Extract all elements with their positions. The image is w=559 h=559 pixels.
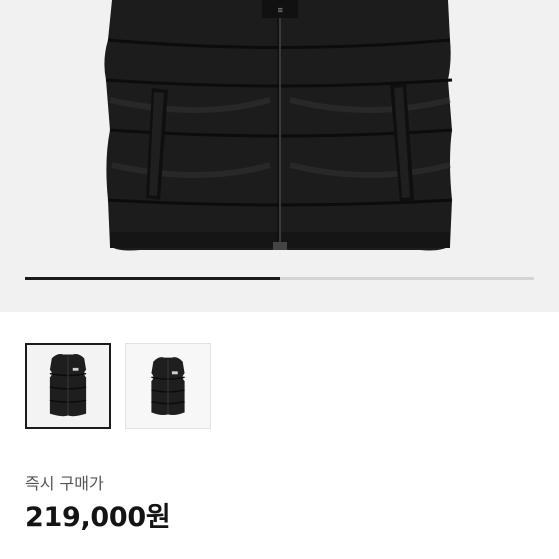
thumbnail-1[interactable] [25,343,111,429]
product-image-carousel[interactable]: III [0,0,559,312]
vest-main-image: III [104,0,453,251]
carousel-progress-track [25,277,534,280]
svg-text:III: III [276,7,283,13]
vest-thumbnail-image [49,354,87,417]
vest-flat-thumbnail-image [151,357,185,415]
instant-buy-price-label: 즉시 구매가 [25,474,104,493]
instant-buy-price: 219,000원 [25,502,171,533]
carousel-progress-fill [25,277,280,280]
thumbnail-2[interactable] [125,343,211,429]
